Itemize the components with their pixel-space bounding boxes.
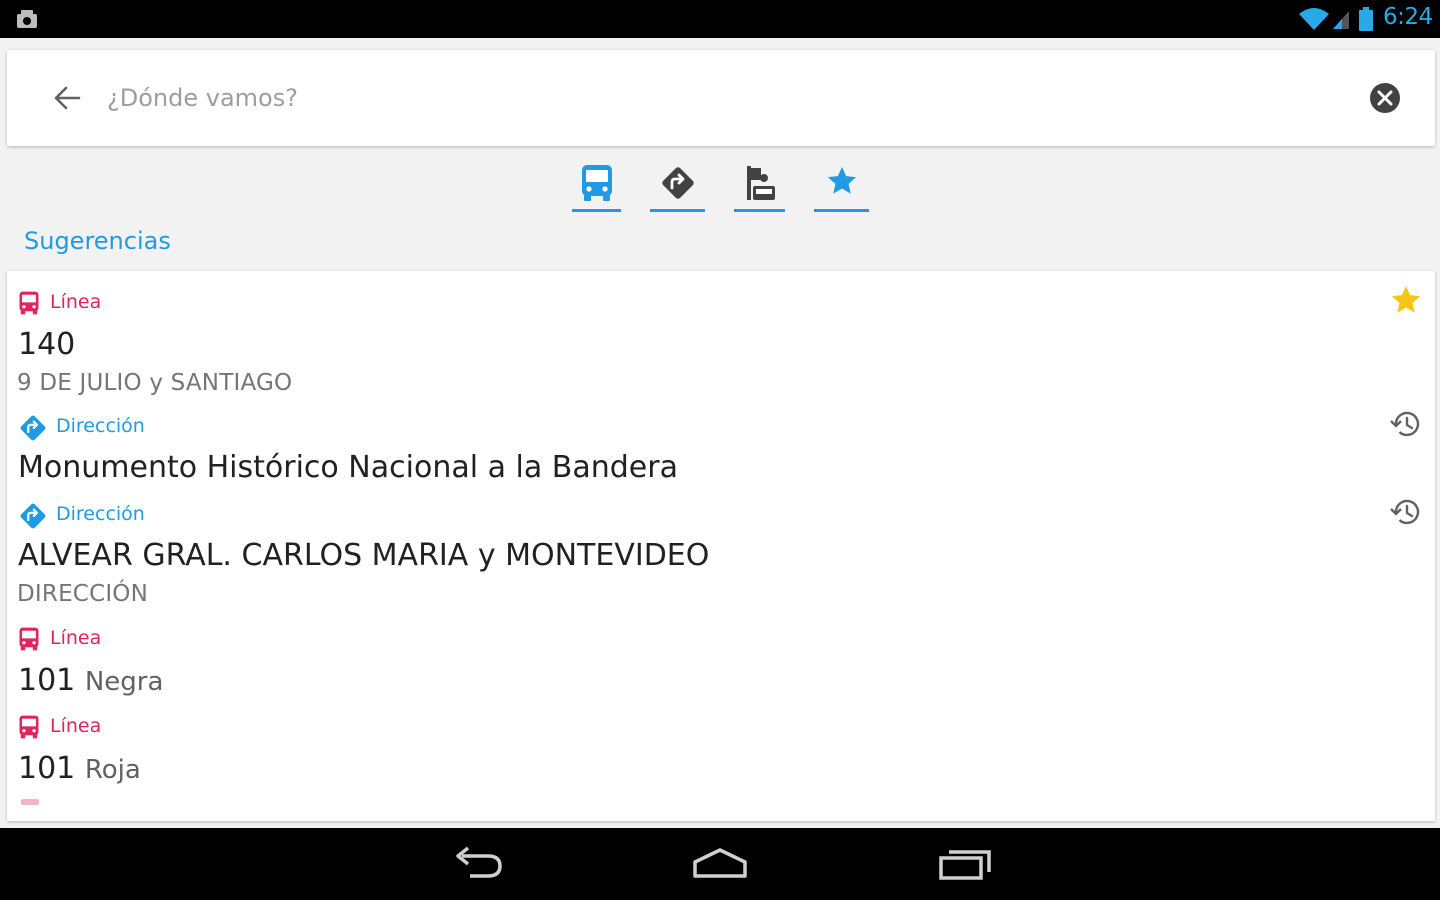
bus-icon (19, 627, 39, 651)
status-clock: 6:24 (1383, 4, 1433, 30)
back-arrow-icon[interactable] (51, 82, 83, 114)
clear-icon[interactable] (1368, 81, 1402, 115)
direction-icon (20, 503, 46, 529)
search-input[interactable] (107, 74, 1337, 122)
item-type-label: Línea (50, 715, 102, 737)
favorite-star-icon[interactable] (1389, 283, 1423, 317)
bus-icon (19, 291, 39, 315)
filter-tab-directions[interactable] (650, 160, 705, 212)
item-title: Monumento Histórico Nacional a la Bander… (18, 450, 678, 485)
item-type-label: Línea (50, 291, 102, 313)
filter-tab-favorites[interactable] (814, 160, 869, 212)
signal-icon (1333, 11, 1349, 29)
filter-tab-stops[interactable] (734, 160, 785, 212)
direction-icon (661, 167, 694, 199)
item-type-label: Línea (50, 627, 102, 649)
item-title-text: 101 (18, 751, 76, 786)
history-icon[interactable] (1389, 495, 1423, 529)
item-type-label: Dirección (56, 503, 145, 525)
section-title: Sugerencias (24, 227, 171, 255)
history-icon[interactable] (1389, 407, 1423, 441)
stop-icon (746, 166, 775, 200)
item-title-text: 101 (18, 663, 76, 698)
bus-icon (581, 165, 612, 201)
search-bar (7, 50, 1435, 146)
item-title-suffix: Negra (84, 667, 164, 697)
suggestions-list: Línea 140 9 DE JULIO y SANTIAGO Direcció… (7, 271, 1435, 821)
item-type-label: Dirección (56, 415, 145, 437)
wifi-icon (1299, 8, 1329, 30)
filter-tab-lines[interactable] (572, 160, 621, 212)
battery-icon (1359, 7, 1373, 31)
item-subtitle: 9 DE JULIO y SANTIAGO (17, 370, 293, 396)
next-item-peek (21, 799, 39, 805)
nav-back-icon[interactable] (448, 844, 508, 884)
status-bar: 6:24 (0, 0, 1440, 38)
item-title-text: ALVEAR GRAL. CARLOS MARIA y MONTEVIDEO (18, 538, 710, 573)
item-subtitle: DIRECCIÓN (17, 581, 149, 607)
item-title: 140 (18, 327, 75, 362)
navigation-bar (0, 828, 1440, 900)
item-title: 101 Negra (18, 663, 163, 698)
item-title-text: 140 (18, 327, 76, 362)
nav-home-icon[interactable] (690, 844, 750, 884)
star-icon (827, 166, 856, 194)
direction-icon (20, 415, 46, 441)
bus-icon (19, 715, 39, 739)
item-title-text: Monumento Histórico Nacional a la Bander… (18, 450, 678, 485)
nav-recents-icon[interactable] (935, 844, 995, 884)
item-title: ALVEAR GRAL. CARLOS MARIA y MONTEVIDEO (18, 538, 709, 573)
notification-icon (17, 10, 37, 28)
item-title-suffix: Roja (84, 755, 141, 785)
item-title: 101 Roja (18, 751, 141, 786)
